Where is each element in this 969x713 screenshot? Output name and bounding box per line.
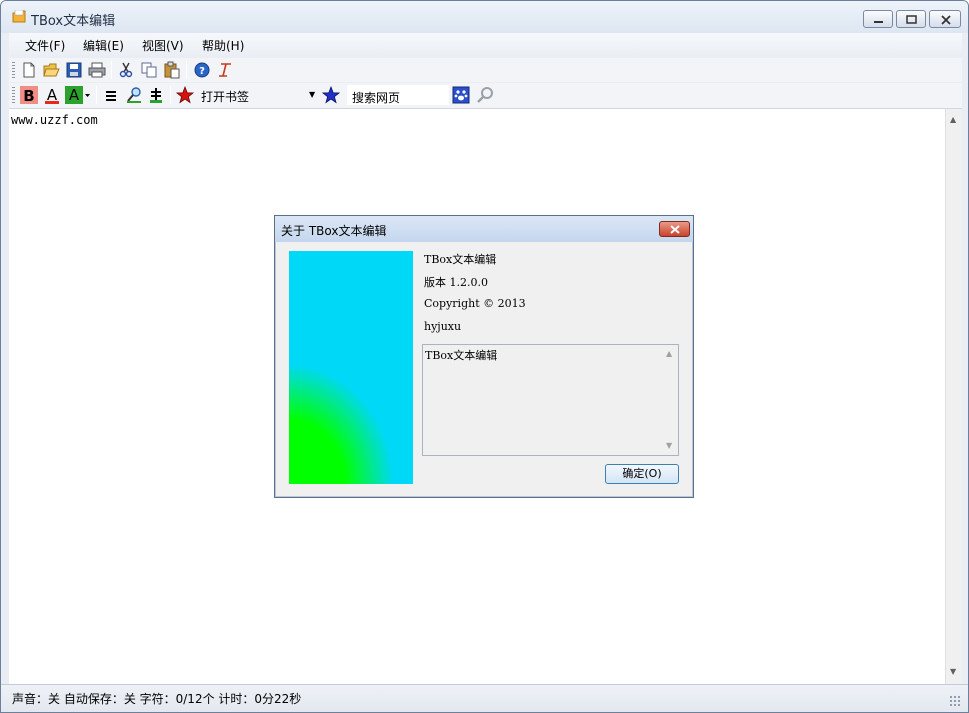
description-scrollbar[interactable]: ▲ ▼ xyxy=(662,345,678,455)
print-button[interactable] xyxy=(88,61,106,79)
clear-format-icon xyxy=(219,63,231,77)
bookmark-dropdown-value: 打开书签 xyxy=(201,90,250,104)
align-button[interactable] xyxy=(102,86,120,104)
restore-icon xyxy=(906,15,917,24)
close-icon xyxy=(941,15,951,25)
font-color-button[interactable]: A xyxy=(43,86,61,104)
save-button[interactable] xyxy=(65,61,83,79)
add-bookmark-button[interactable] xyxy=(322,86,340,104)
product-name: TBox文本编辑 xyxy=(424,253,497,266)
clipboard-icon xyxy=(164,61,180,79)
close-icon xyxy=(670,225,680,234)
about-dialog: 关于 TBox文本编辑 TBox文本编辑 版本 1.2.0.0 Copyrigh… xyxy=(274,215,694,498)
menu-edit[interactable]: 编辑(E) xyxy=(83,37,124,54)
scissors-icon xyxy=(119,62,133,78)
web-search-input[interactable]: 搜索网页 xyxy=(347,85,449,105)
search-button[interactable] xyxy=(476,86,494,104)
open-file-button[interactable] xyxy=(42,61,60,79)
bold-button[interactable]: B xyxy=(20,86,38,104)
copyright-label: Copyright © 2013 xyxy=(424,297,526,310)
new-file-icon xyxy=(23,62,35,78)
help-button[interactable]: ? xyxy=(193,61,211,79)
dialog-close-button[interactable] xyxy=(659,221,690,237)
copy-button[interactable] xyxy=(140,61,158,79)
svg-text:B: B xyxy=(23,87,34,104)
font-color-icon: A xyxy=(45,86,59,104)
about-logo-image xyxy=(289,251,413,484)
find-button[interactable] xyxy=(125,86,143,104)
maximize-button[interactable] xyxy=(896,10,926,28)
open-folder-icon xyxy=(43,63,60,77)
indent-icon xyxy=(150,88,162,103)
ok-button[interactable]: 确定(O) xyxy=(605,464,679,484)
paw-icon xyxy=(452,86,470,104)
toolbar-separator xyxy=(96,86,97,104)
highlight-color-icon: A xyxy=(65,86,90,104)
description-textbox[interactable]: TBox文本编辑 ▲ ▼ xyxy=(422,344,679,456)
magnifier-icon xyxy=(477,87,493,103)
toolbar-separator xyxy=(111,61,112,79)
toolbar-separator xyxy=(186,61,187,79)
scroll-up-icon[interactable]: ▲ xyxy=(666,349,672,358)
paste-button[interactable] xyxy=(163,61,181,79)
status-bar: 声音：关 自动保存：关 字符：0/12个 计时：0分22秒 xyxy=(1,684,968,712)
scroll-down-icon[interactable]: ▼ xyxy=(950,667,956,676)
menu-bar: 文件(F) 编辑(E) 视图(V) 帮助(H) xyxy=(9,33,962,57)
help-icon: ? xyxy=(194,62,210,78)
scroll-up-icon[interactable]: ▲ xyxy=(950,115,956,124)
cut-button[interactable] xyxy=(117,61,135,79)
red-star-icon xyxy=(176,86,194,104)
clear-format-button[interactable] xyxy=(216,61,234,79)
bold-icon: B xyxy=(20,86,38,104)
standard-toolbar: ? xyxy=(9,58,962,82)
description-text: TBox文本编辑 xyxy=(425,349,498,362)
title-bar[interactable]: TBox文本编辑 xyxy=(1,1,968,33)
version-label: 版本 1.2.0.0 xyxy=(424,276,488,289)
chevron-down-icon: ▼ xyxy=(309,90,316,99)
printer-icon xyxy=(88,62,106,78)
web-search-value: 搜索网页 xyxy=(352,91,401,105)
menu-file[interactable]: 文件(F) xyxy=(25,37,65,54)
baidu-search-button[interactable] xyxy=(452,86,470,104)
svg-text:A: A xyxy=(69,86,80,104)
toolbar-grip[interactable] xyxy=(12,62,15,78)
status-text: 声音：关 自动保存：关 字符：0/12个 计时：0分22秒 xyxy=(12,692,302,706)
menu-view[interactable]: 视图(V) xyxy=(142,37,184,54)
bookmark-star-button[interactable] xyxy=(176,86,194,104)
dialog-title-bar[interactable]: 关于 TBox文本编辑 xyxy=(275,216,693,242)
minimize-button[interactable] xyxy=(863,10,893,28)
new-file-button[interactable] xyxy=(20,61,38,79)
toolbar-grip[interactable] xyxy=(12,87,15,103)
resize-grip[interactable] xyxy=(949,695,961,707)
window-title: TBox文本编辑 xyxy=(31,14,116,29)
toolbar-separator xyxy=(170,86,171,104)
vertical-scrollbar[interactable]: ▲ ▼ xyxy=(945,109,962,685)
dialog-title: 关于 TBox文本编辑 xyxy=(281,224,387,238)
folder-icon xyxy=(12,10,26,23)
svg-text:?: ? xyxy=(199,66,205,77)
format-toolbar: B A A 打开书签 ▼ 搜索网页 xyxy=(9,83,962,108)
close-button[interactable] xyxy=(929,10,961,28)
align-icon xyxy=(106,91,116,101)
highlight-color-button[interactable]: A xyxy=(65,86,91,104)
find-icon xyxy=(127,87,141,103)
editor-content: www.uzzf.com xyxy=(11,113,98,127)
scroll-down-icon[interactable]: ▼ xyxy=(666,441,672,450)
bookmark-dropdown[interactable]: 打开书签 ▼ xyxy=(197,85,317,105)
copy-icon xyxy=(141,62,157,78)
minimize-icon xyxy=(874,21,883,23)
floppy-disk-icon xyxy=(66,62,82,78)
menu-help[interactable]: 帮助(H) xyxy=(202,37,244,54)
author-label: hyjuxu xyxy=(424,320,462,333)
blue-star-icon xyxy=(322,86,340,104)
indent-button[interactable] xyxy=(147,86,165,104)
